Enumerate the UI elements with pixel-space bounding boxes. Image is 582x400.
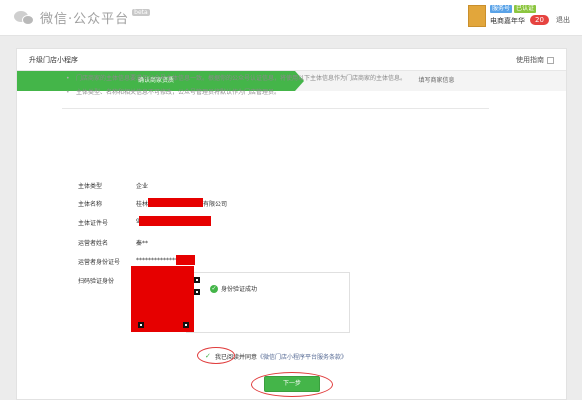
avatar[interactable] xyxy=(468,5,486,27)
entity-type-value: 企业 xyxy=(136,183,149,190)
redaction-mark xyxy=(148,198,203,207)
entity-name-label: 主体名称 xyxy=(78,201,103,208)
scan-label: 扫码验证身份 xyxy=(78,278,115,285)
annotation-ellipse xyxy=(197,347,235,364)
check-circle-icon: ✓ xyxy=(210,284,218,293)
document-icon xyxy=(547,56,554,64)
divider xyxy=(62,108,489,109)
qr-corner-marker xyxy=(194,277,200,283)
qr-corner-marker xyxy=(194,289,200,295)
redaction-mark xyxy=(146,266,186,274)
beta-badge: beta xyxy=(132,9,150,16)
redaction-mark xyxy=(139,216,211,226)
operator-name-label: 运营者姓名 xyxy=(78,240,109,247)
wechat-logo[interactable]: 微信·公众平台 beta xyxy=(14,8,150,27)
verify-box xyxy=(186,272,350,333)
guide-label: 使用指南 xyxy=(516,56,544,64)
operator-id-label: 运营者身份证号 xyxy=(78,259,121,266)
notes: 门店商家的主体信息要求与公众号主体信息一致。根据你的公众号认证信息，将使用以下主… xyxy=(66,72,486,100)
operator-id-value: ************** xyxy=(136,257,178,264)
entity-name-suffix: 有限公司 xyxy=(203,201,228,208)
annotation-ellipse xyxy=(251,372,333,397)
guide-link[interactable]: 使用指南 xyxy=(516,55,554,65)
entity-id-label: 主体证件号 xyxy=(78,220,109,227)
verified-tag: 已认证 xyxy=(514,5,537,13)
terms-link[interactable]: 《微信门店小程序平台服务条款》 xyxy=(257,352,347,361)
logo-text: 微信·公众平台 xyxy=(40,12,130,27)
note-item: 门店商家的主体信息要求与公众号主体信息一致。根据你的公众号认证信息，将使用以下主… xyxy=(66,72,486,86)
operator-name-value: 秦** xyxy=(136,240,149,247)
entity-name-prefix: 桂林 xyxy=(136,201,149,208)
qr-corner-marker xyxy=(183,322,189,328)
verify-status: ✓ 身份验证成功 xyxy=(210,284,257,293)
redaction-mark xyxy=(176,255,195,265)
qr-corner-marker xyxy=(138,322,144,328)
entity-type-label: 主体类型 xyxy=(78,183,103,190)
service-account-tag: 服务号 xyxy=(490,5,513,13)
note-item: 主体类型、名称和相关信息不可修改，公众号管理员将默认作为门店管理员。 xyxy=(66,86,486,100)
page-title: 升级门店小程序 xyxy=(29,56,78,64)
wechat-bubbles-icon xyxy=(14,9,36,27)
top-bar: 微信·公众平台 beta 服务号 已认证 电商嘉年华 20 退出 xyxy=(0,0,582,36)
message-count-badge[interactable]: 20 xyxy=(530,15,549,25)
verify-success-text: 身份验证成功 xyxy=(221,286,258,293)
account-info[interactable]: 服务号 已认证 电商嘉年华 xyxy=(468,5,537,27)
panel-header: 升级门店小程序 使用指南 xyxy=(17,49,566,71)
logout-link[interactable]: 退出 xyxy=(556,15,570,25)
